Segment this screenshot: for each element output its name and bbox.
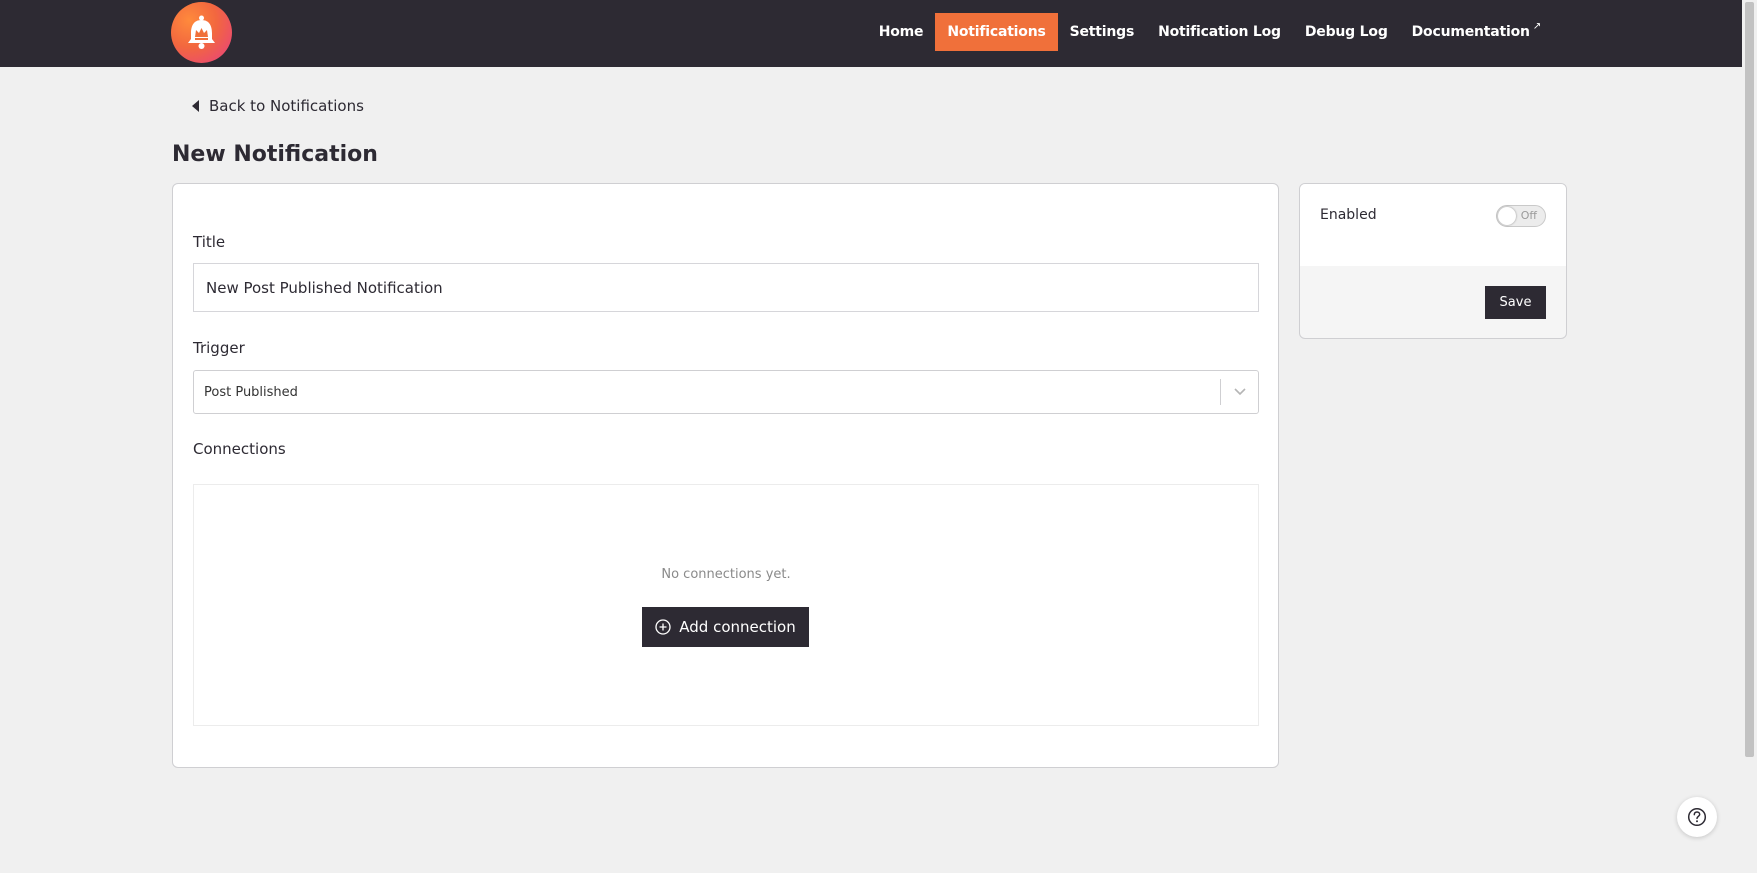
trigger-select[interactable]: Post Published	[193, 370, 1259, 414]
toggle-knob	[1498, 207, 1516, 225]
nav-item-settings[interactable]: Settings	[1058, 13, 1146, 51]
scrollbar-thumb[interactable]	[1745, 2, 1754, 757]
save-label: Save	[1499, 295, 1532, 310]
add-connection-label: Add connection	[679, 618, 796, 636]
caret-left-icon	[192, 100, 199, 112]
page-scrollbar[interactable]	[1742, 0, 1757, 873]
nav-item-notifications[interactable]: Notifications	[935, 13, 1058, 51]
external-link-icon: ↗	[1532, 20, 1541, 32]
connections-label: Connections	[193, 440, 286, 458]
publish-card: Enabled Off Save	[1299, 183, 1567, 339]
connections-panel: No connections yet. Add connection	[193, 484, 1259, 726]
title-input-value: New Post Published Notification	[206, 278, 443, 297]
bell-icon	[188, 15, 215, 49]
page-title: New Notification	[172, 142, 378, 167]
nav-item-debug-log[interactable]: Debug Log	[1293, 13, 1400, 51]
connections-empty-text: No connections yet.	[661, 567, 791, 582]
question-circle-icon	[1687, 807, 1707, 827]
nav-item-label: Documentation	[1411, 24, 1530, 40]
nav-item-label: Debug Log	[1304, 24, 1388, 40]
enabled-toggle[interactable]: Off	[1496, 205, 1546, 227]
top-bar: Home Notifications Settings Notification…	[0, 0, 1742, 67]
trigger-selected-value: Post Published	[204, 384, 298, 400]
nav-item-label: Notification Log	[1158, 24, 1281, 40]
back-to-notifications-link[interactable]: Back to Notifications	[192, 97, 364, 115]
trigger-label: Trigger	[193, 339, 245, 357]
toggle-state-text: Off	[1520, 209, 1537, 222]
main-nav: Home Notifications Settings Notification…	[867, 13, 1553, 51]
add-connection-button[interactable]: Add connection	[642, 607, 809, 647]
notification-form-card: Title New Post Published Notification Tr…	[172, 183, 1279, 768]
chevron-down-icon[interactable]	[1221, 371, 1258, 413]
back-link-label: Back to Notifications	[209, 97, 364, 115]
enabled-label: Enabled	[1320, 207, 1377, 223]
title-input[interactable]: New Post Published Notification	[193, 263, 1259, 312]
help-button[interactable]	[1677, 797, 1717, 837]
nav-item-label: Notifications	[947, 24, 1046, 40]
nav-item-home[interactable]: Home	[867, 13, 936, 51]
title-label: Title	[193, 233, 226, 251]
nav-item-notification-log[interactable]: Notification Log	[1146, 13, 1293, 51]
bell-crown-logo[interactable]	[171, 2, 232, 63]
save-button[interactable]: Save	[1485, 286, 1546, 319]
nav-item-label: Settings	[1069, 24, 1135, 40]
nav-item-label: Home	[878, 24, 924, 40]
plus-circle-icon	[655, 619, 671, 635]
nav-item-documentation[interactable]: Documentation ↗	[1400, 13, 1553, 51]
